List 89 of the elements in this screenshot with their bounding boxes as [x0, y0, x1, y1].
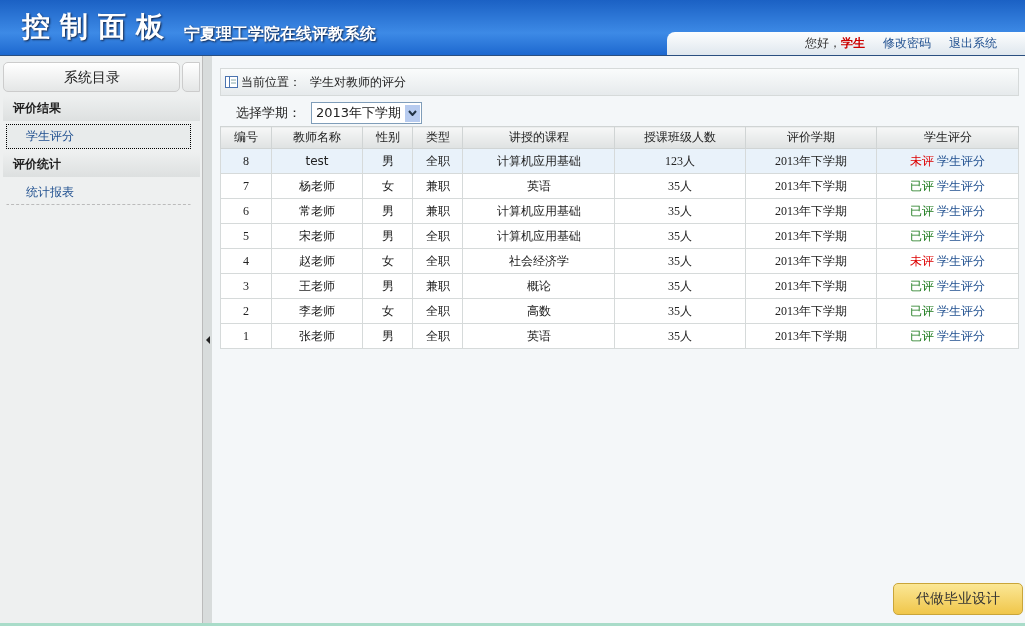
column-header: 教师名称 — [271, 126, 363, 149]
table-cell: 35人 — [614, 323, 746, 349]
table-cell: 2013年下学期 — [745, 273, 877, 299]
table-cell: 杨老师 — [271, 173, 363, 199]
column-header: 讲授的课程 — [462, 126, 615, 149]
rate-link[interactable]: 学生评分 — [937, 278, 986, 293]
term-label: 选择学期： — [236, 104, 301, 122]
table-cell: 2013年下学期 — [745, 148, 877, 174]
table-cell: 张老师 — [271, 323, 363, 349]
ad-callout[interactable]: 代做毕业设计 — [893, 583, 1023, 615]
table-cell: 社会经济学 — [462, 248, 615, 274]
table-cell: 3 — [220, 273, 272, 299]
rate-link[interactable]: 学生评分 — [937, 228, 986, 243]
table-cell: 4 — [220, 248, 272, 274]
column-header: 编号 — [220, 126, 272, 149]
table-cell: 1 — [220, 323, 272, 349]
table-row[interactable]: 8 test 男 全职 计算机应用基础 123人 2013年下学期 未评 学生评分 — [220, 148, 1019, 174]
status-text: 未评 — [909, 253, 934, 268]
table-cell: 2 — [220, 298, 272, 324]
table-cell: 35人 — [614, 248, 746, 274]
sidebar-title: 系统目录 — [3, 62, 180, 92]
table-cell: 2013年下学期 — [745, 223, 877, 249]
splitter-handle[interactable] — [203, 56, 212, 623]
table-cell: 35人 — [614, 223, 746, 249]
table-cell: 王老师 — [271, 273, 363, 299]
table-cell: 英语 — [462, 323, 615, 349]
table-cell: 常老师 — [271, 198, 363, 224]
status-text: 已评 — [909, 328, 934, 343]
sidebar-item[interactable]: 统计报表 — [6, 180, 191, 205]
table-cell: 6 — [220, 198, 272, 224]
table-cell: 计算机应用基础 — [462, 148, 615, 174]
sidebar-item[interactable]: 学生评分 — [6, 124, 191, 149]
table-cell: 高数 — [462, 298, 615, 324]
app-subtitle: 宁夏理工学院在线评教系统 — [184, 24, 376, 45]
table-cell: 赵老师 — [271, 248, 363, 274]
header-link[interactable]: 退出系统 — [949, 35, 997, 52]
table-row[interactable]: 7 杨老师 女 兼职 英语 35人 2013年下学期 已评 学生评分 — [220, 173, 1019, 199]
table-cell: 35人 — [614, 198, 746, 224]
status-text: 未评 — [909, 153, 934, 168]
table-cell: 计算机应用基础 — [462, 198, 615, 224]
rate-link[interactable]: 学生评分 — [937, 253, 986, 268]
table-row[interactable]: 1 张老师 男 全职 英语 35人 2013年下学期 已评 学生评分 — [220, 323, 1019, 349]
table-cell: 5 — [220, 223, 272, 249]
table-cell: 英语 — [462, 173, 615, 199]
table-cell: 8 — [220, 148, 272, 174]
table-cell: 宋老师 — [271, 223, 363, 249]
column-header: 性别 — [362, 126, 413, 149]
rate-link[interactable]: 学生评分 — [937, 328, 986, 343]
breadcrumb-page: 学生对教师的评分 — [310, 73, 406, 91]
header-link[interactable]: 修改密码 — [883, 35, 931, 52]
list-icon — [225, 76, 238, 88]
table-cell: 2013年下学期 — [745, 298, 877, 324]
table-cell: 2013年下学期 — [745, 173, 877, 199]
rate-link[interactable]: 学生评分 — [937, 153, 986, 168]
table-cell: 123人 — [614, 148, 746, 174]
table-row[interactable]: 5 宋老师 男 全职 计算机应用基础 35人 2013年下学期 已评 学生评分 — [220, 223, 1019, 249]
table-cell: test — [271, 148, 363, 174]
table-cell: 2013年下学期 — [745, 198, 877, 224]
column-header: 授课班级人数 — [614, 126, 746, 149]
table-cell: 35人 — [614, 273, 746, 299]
status-text: 已评 — [909, 228, 934, 243]
column-header: 评价学期 — [745, 126, 877, 149]
table-row[interactable]: 4 赵老师 女 全职 社会经济学 35人 2013年下学期 未评 学生评分 — [220, 248, 1019, 274]
collapse-arrow-icon[interactable] — [205, 335, 210, 344]
column-header: 学生评分 — [876, 126, 1019, 149]
rate-link[interactable]: 学生评分 — [937, 303, 986, 318]
table-cell: 35人 — [614, 173, 746, 199]
table-cell: 计算机应用基础 — [462, 223, 615, 249]
breadcrumb-label: 当前位置： — [241, 73, 301, 91]
status-text: 已评 — [909, 203, 934, 218]
table-cell: 李老师 — [271, 298, 363, 324]
term-select[interactable]: 2013年下学期 — [311, 102, 423, 124]
table-row[interactable]: 6 常老师 男 兼职 计算机应用基础 35人 2013年下学期 已评 学生评分 — [220, 198, 1019, 224]
rate-link[interactable]: 学生评分 — [937, 203, 986, 218]
chevron-down-icon — [408, 110, 418, 116]
table-cell: 35人 — [614, 298, 746, 324]
status-text: 已评 — [909, 278, 934, 293]
table-row[interactable]: 2 李老师 女 全职 高数 35人 2013年下学期 已评 学生评分 — [220, 298, 1019, 324]
table-cell: 2013年下学期 — [745, 323, 877, 349]
table-cell: 7 — [220, 173, 272, 199]
table-cell: 2013年下学期 — [745, 248, 877, 274]
table-cell: 概论 — [462, 273, 615, 299]
greeting-text: 您好，学生 — [805, 35, 865, 52]
status-text: 已评 — [909, 178, 934, 193]
app-title: 控制面板 — [22, 9, 174, 45]
column-header: 类型 — [412, 126, 463, 149]
table-row[interactable]: 3 王老师 男 兼职 概论 35人 2013年下学期 已评 学生评分 — [220, 273, 1019, 299]
status-text: 已评 — [909, 303, 934, 318]
rate-link[interactable]: 学生评分 — [937, 178, 986, 193]
